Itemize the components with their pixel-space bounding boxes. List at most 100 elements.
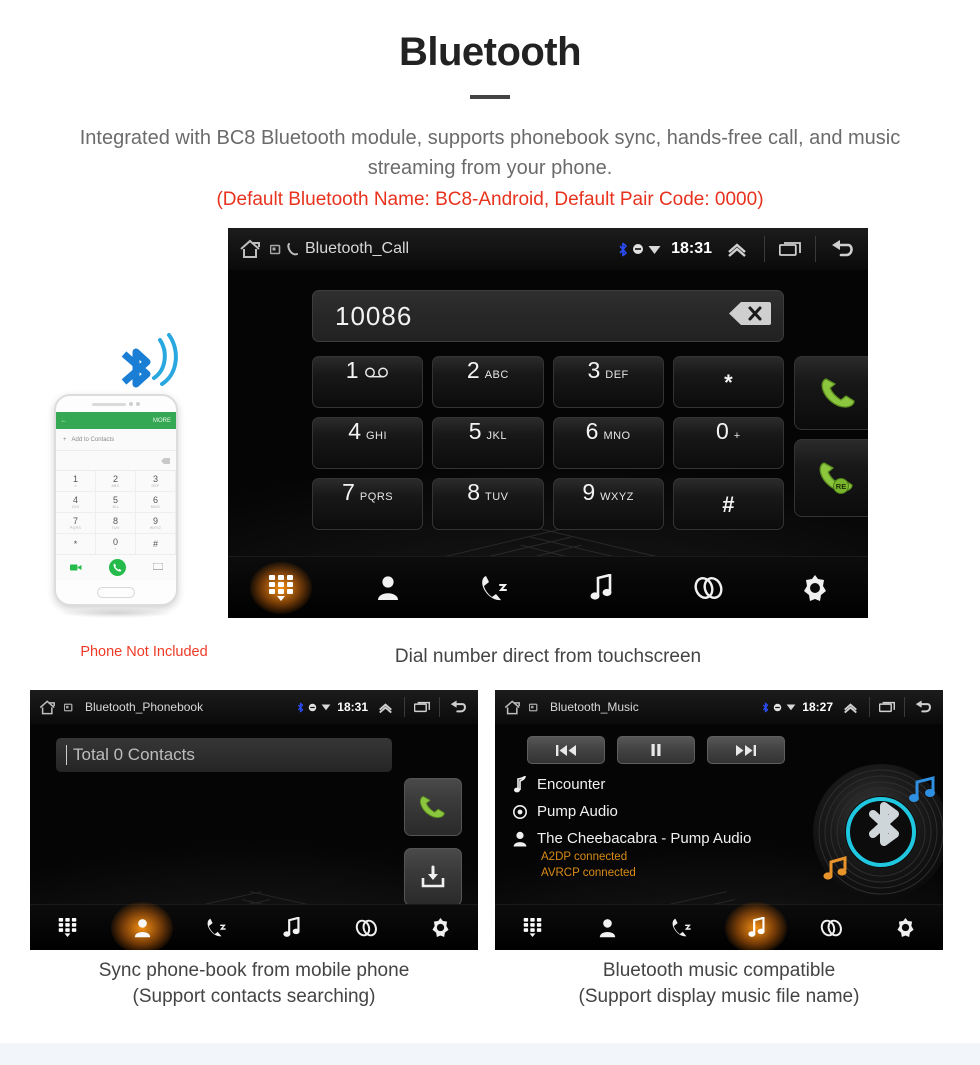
key-7[interactable]: 7 PQRS: [312, 478, 424, 530]
mute-circle-icon: [309, 703, 317, 711]
keyboard-icon[interactable]: [152, 563, 163, 571]
nav-music[interactable]: [254, 905, 329, 950]
phone-call-button[interactable]: [108, 558, 126, 576]
keypad-row: 7 PQRS 8 TUV 9 WXYZ #: [312, 478, 784, 530]
phone-key[interactable]: 4 GHI: [56, 492, 96, 513]
backspace-icon[interactable]: [729, 301, 771, 331]
previous-track-button[interactable]: [527, 736, 605, 764]
window-icon[interactable]: [64, 703, 73, 712]
nav-call-history[interactable]: [441, 557, 548, 618]
nav-settings[interactable]: [868, 905, 943, 950]
home-icon[interactable]: [38, 699, 58, 716]
dial-number-value: 10086: [335, 300, 413, 331]
music-note-icon: [748, 917, 765, 937]
phone-add-label: Add to Contacts: [71, 436, 115, 443]
key-3[interactable]: 3 DEF: [552, 356, 664, 408]
back-arrow-icon[interactable]: [449, 699, 470, 715]
nav-keypad[interactable]: [30, 905, 105, 950]
key-1[interactable]: 1: [312, 356, 424, 408]
video-call-icon[interactable]: [69, 563, 82, 572]
phone-key[interactable]: 3 DEF: [136, 471, 176, 492]
phone-device: ← MORE + Add to Contacts 1 ∞ 2 ABC 3 DEF 4G…: [54, 394, 178, 606]
chevron-up-icon[interactable]: [841, 701, 860, 714]
album-art: [809, 760, 943, 915]
home-icon[interactable]: [238, 238, 264, 260]
nav-call-history[interactable]: [179, 905, 254, 950]
nav-settings[interactable]: [403, 905, 478, 950]
recents-icon[interactable]: [414, 701, 430, 713]
bottom-nav[interactable]: [228, 556, 868, 618]
chevron-up-icon[interactable]: [376, 701, 395, 714]
status-bar: Bluetooth_Phonebook 18:31: [30, 690, 478, 724]
call-button[interactable]: [794, 356, 868, 430]
nav-contacts[interactable]: [105, 905, 180, 950]
contacts-icon: [378, 575, 398, 600]
phone-key[interactable]: 9 WXYZ: [136, 513, 176, 534]
bottom-nav[interactable]: [495, 904, 943, 950]
nav-music[interactable]: [548, 557, 655, 618]
back-arrow-icon[interactable]: [914, 699, 935, 715]
window-icon[interactable]: [270, 244, 281, 255]
key-5[interactable]: 5 JKL: [432, 417, 544, 469]
window-icon[interactable]: [529, 703, 538, 712]
recents-icon[interactable]: [779, 241, 801, 257]
nav-keypad[interactable]: [495, 905, 570, 950]
bluetooth-call-screen: Bluetooth_Call 18:31 10086 1 2 ABC 3 DEF…: [228, 228, 868, 618]
phone-more-label[interactable]: MORE: [153, 418, 171, 424]
next-track-button[interactable]: [707, 736, 785, 764]
bottom-strip: [0, 1043, 980, 1065]
phone-key[interactable]: *: [56, 534, 96, 555]
nav-music[interactable]: [719, 905, 794, 950]
phone-handset-icon[interactable]: [287, 242, 299, 256]
phonebook-caption: Sync phone-book from mobile phone (Suppo…: [30, 958, 478, 1010]
dial-number-field[interactable]: 10086: [312, 290, 784, 342]
recents-icon[interactable]: [879, 701, 895, 713]
back-arrow-icon[interactable]: [830, 238, 858, 260]
phone-key[interactable]: 5 JKL: [96, 492, 136, 513]
phone-number-input[interactable]: [56, 451, 176, 471]
phone-key[interactable]: 6 MNO: [136, 492, 176, 513]
nav-contacts[interactable]: [570, 905, 645, 950]
redial-button[interactable]: RE: [794, 439, 868, 517]
download-sync-icon: [421, 865, 445, 888]
phone-key[interactable]: 2 ABC: [96, 471, 136, 492]
nav-settings[interactable]: [761, 557, 868, 618]
home-icon[interactable]: [503, 699, 523, 716]
pause-button[interactable]: [617, 736, 695, 764]
nav-call-history[interactable]: [644, 905, 719, 950]
key-6[interactable]: 6 MNO: [552, 417, 664, 469]
phone-key[interactable]: 8 TUV: [96, 513, 136, 534]
key-8[interactable]: 8 TUV: [432, 478, 544, 530]
dialer-keypad[interactable]: 1 2 ABC 3 DEF * 4 GHI 5 JKL 6 MNO 0 + 7 …: [312, 356, 784, 539]
key-star[interactable]: *: [672, 356, 784, 408]
key-hash[interactable]: #: [672, 478, 784, 530]
phone-back-icon[interactable]: ←: [61, 418, 67, 424]
voicemail-icon: [364, 367, 388, 378]
page-subtitle: Integrated with BC8 Bluetooth module, su…: [79, 127, 901, 179]
phone-key[interactable]: 0 +: [96, 534, 136, 555]
nav-contacts[interactable]: [335, 557, 442, 618]
keypad-row: 4 GHI 5 JKL 6 MNO 0 +: [312, 417, 784, 469]
nav-pair[interactable]: [655, 557, 762, 618]
nav-pair[interactable]: [329, 905, 404, 950]
phone-add-to-contacts[interactable]: + Add to Contacts: [56, 429, 176, 451]
key-0[interactable]: 0 +: [672, 417, 784, 469]
key-2[interactable]: 2 ABC: [432, 356, 544, 408]
phone-key[interactable]: 7 PQRS: [56, 513, 96, 534]
phone-keypad[interactable]: 1 ∞ 2 ABC 3 DEF 4 GHI 5 JKL 6 MNO 7 PQRS 8 TUV 9…: [56, 471, 176, 555]
download-contacts-button[interactable]: [404, 848, 462, 906]
bottom-nav[interactable]: [30, 904, 478, 950]
phone-home-button[interactable]: [56, 580, 176, 604]
nav-pair[interactable]: [794, 905, 869, 950]
contacts-search-input[interactable]: Total 0 Contacts: [56, 738, 392, 772]
track-album: Pump Audio: [537, 803, 618, 820]
phone-key[interactable]: #: [136, 534, 176, 555]
next-track-icon: [736, 744, 756, 756]
media-controls[interactable]: [527, 736, 785, 764]
key-4[interactable]: 4 GHI: [312, 417, 424, 469]
nav-keypad[interactable]: [228, 557, 335, 618]
call-button[interactable]: [404, 778, 462, 836]
phone-key[interactable]: 1 ∞: [56, 471, 96, 492]
chevron-up-icon[interactable]: [724, 240, 750, 258]
key-9[interactable]: 9 WXYZ: [552, 478, 664, 530]
